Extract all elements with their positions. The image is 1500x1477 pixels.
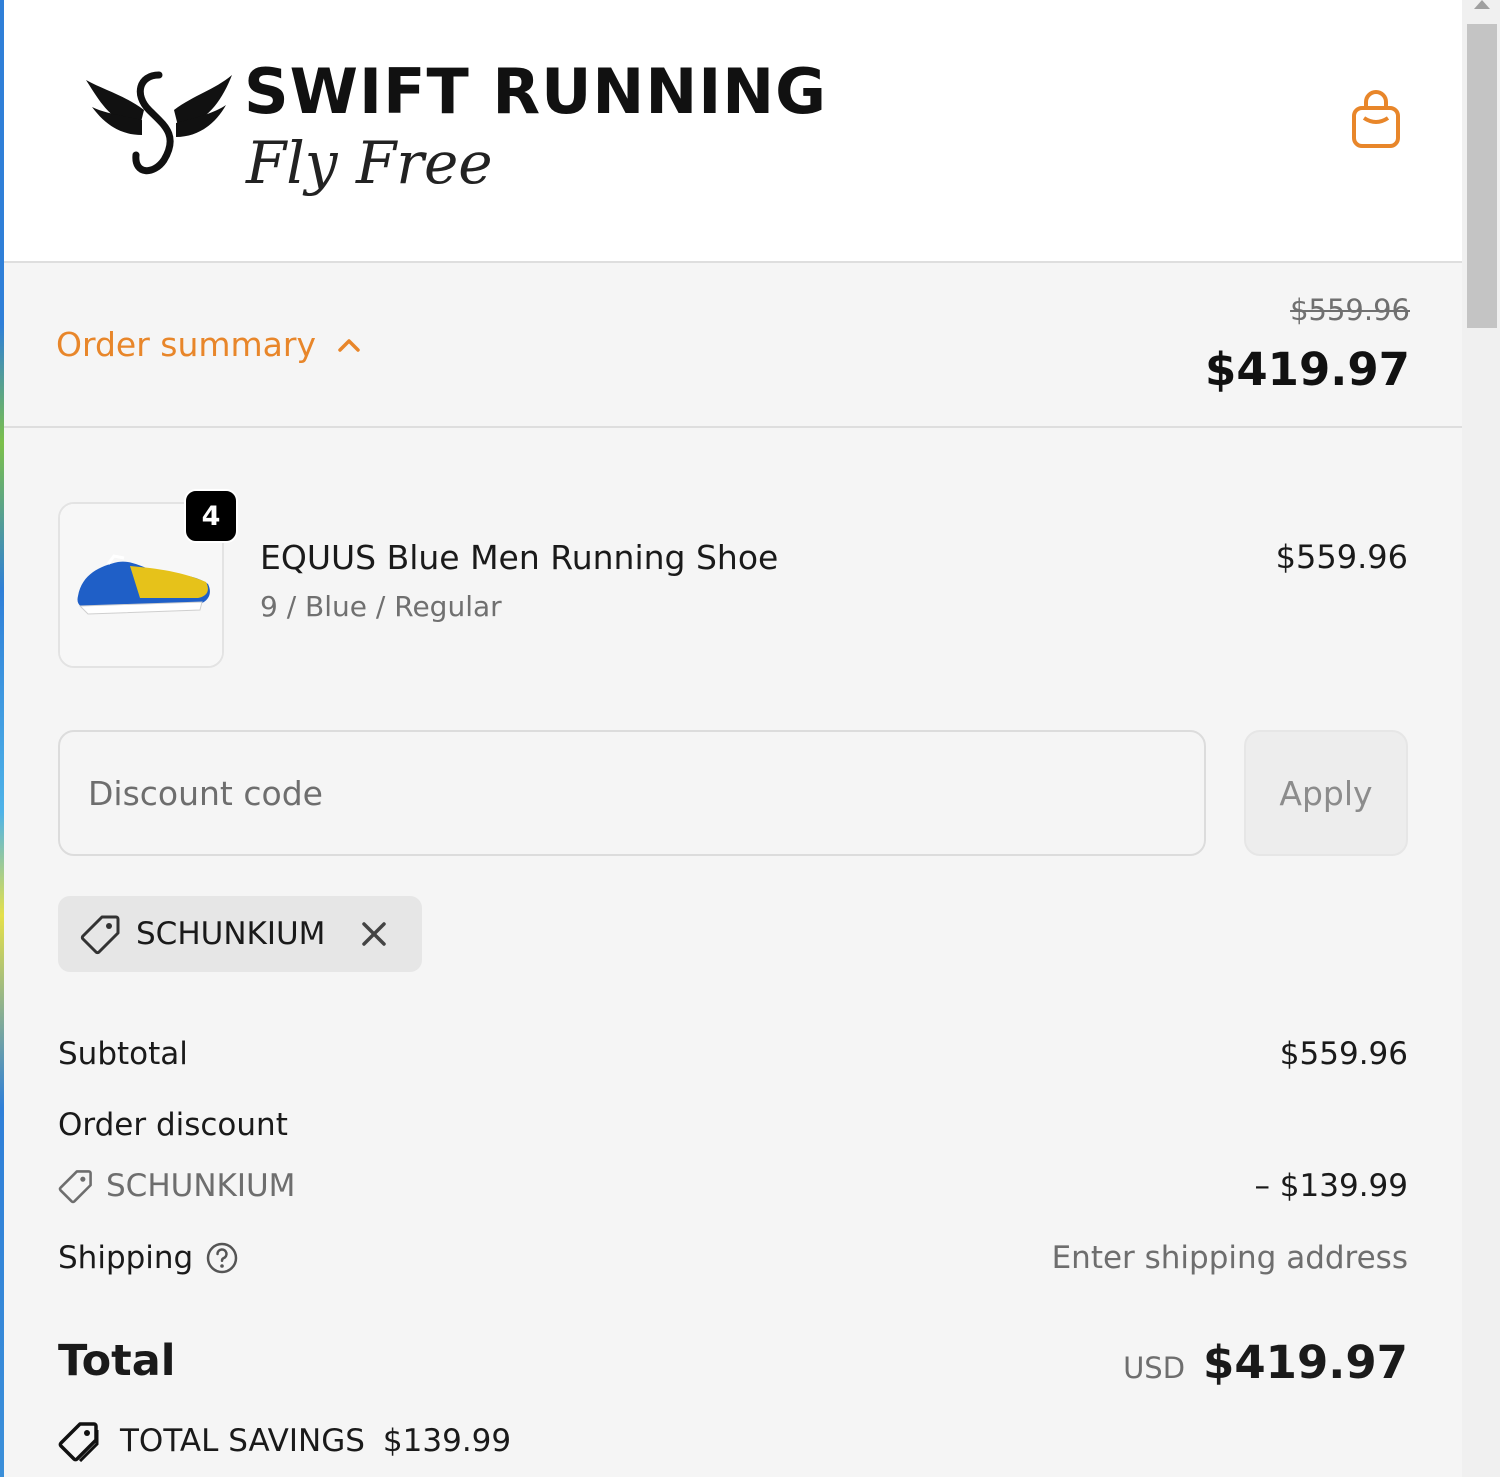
summary-total-price: $419.97	[1205, 343, 1410, 396]
shopping-bag-icon	[1352, 90, 1400, 148]
subtotal-value: $559.96	[1279, 1036, 1408, 1072]
product-price: $559.96	[1275, 538, 1408, 576]
applied-discount-tag: SCHUNKIUM	[58, 896, 422, 972]
savings-tag-icon	[58, 1422, 99, 1462]
remove-discount-button[interactable]	[359, 919, 389, 949]
quantity-badge: 4	[184, 489, 238, 543]
store-header: SWIFT RUNNING Fly Free	[4, 0, 1462, 263]
brand-tagline: Fly Free	[246, 129, 493, 197]
product-name: EQUUS Blue Men Running Shoe	[260, 538, 779, 577]
order-summary-bar: Order summary $559.96 $419.97	[4, 263, 1462, 428]
order-discount-label: Order discount	[58, 1107, 288, 1143]
line-item: 4 EQUUS Blue Men Running Shoe 9 / Blue /…	[58, 489, 1408, 668]
compare-at-price: $559.96	[1290, 293, 1410, 327]
tag-icon	[80, 915, 120, 955]
vertical-scrollbar[interactable]	[1462, 0, 1500, 1477]
subtotal-row: Subtotal $559.96	[58, 1036, 1408, 1072]
shipping-row: Shipping Enter shipping address	[58, 1240, 1408, 1276]
currency-code: USD	[1123, 1351, 1186, 1385]
total-label: Total	[58, 1336, 176, 1386]
discount-code-input[interactable]	[58, 730, 1206, 856]
chevron-up-icon	[338, 338, 360, 352]
product-variant: 9 / Blue / Regular	[260, 590, 502, 623]
brand-logo[interactable]: SWIFT RUNNING Fly Free	[84, 55, 826, 215]
total-value-group: USD $419.97	[1123, 1336, 1408, 1389]
total-savings-value: $139.99	[382, 1423, 512, 1459]
order-discount-row: Order discount	[58, 1107, 1408, 1143]
shipping-label: Shipping	[58, 1240, 194, 1276]
cart-button[interactable]	[1346, 88, 1406, 154]
brand-name: SWIFT RUNNING	[244, 55, 828, 128]
applied-discount-code: SCHUNKIUM	[136, 916, 326, 952]
subtotal-label: Subtotal	[58, 1036, 188, 1072]
apply-discount-button[interactable]: Apply	[1244, 730, 1408, 856]
total-amount: $419.97	[1203, 1336, 1408, 1389]
wings-logo-icon	[86, 71, 232, 175]
tag-icon	[58, 1170, 92, 1204]
help-circle-icon[interactable]	[205, 1241, 239, 1275]
discount-code-row: SCHUNKIUM – $139.99	[58, 1168, 1408, 1204]
discount-code-label: SCHUNKIUM	[106, 1168, 296, 1204]
scroll-up-arrow-icon[interactable]	[1474, 0, 1490, 9]
order-summary-toggle[interactable]: Order summary	[56, 325, 362, 364]
shipping-value: Enter shipping address	[1051, 1240, 1408, 1276]
discount-amount: – $139.99	[1254, 1168, 1408, 1204]
scrollbar-thumb[interactable]	[1467, 24, 1497, 328]
total-savings-row: TOTAL SAVINGS $139.99	[58, 1420, 511, 1462]
total-savings-label: TOTAL SAVINGS	[120, 1423, 365, 1459]
close-icon	[362, 922, 387, 946]
order-summary-label: Order summary	[56, 325, 316, 364]
